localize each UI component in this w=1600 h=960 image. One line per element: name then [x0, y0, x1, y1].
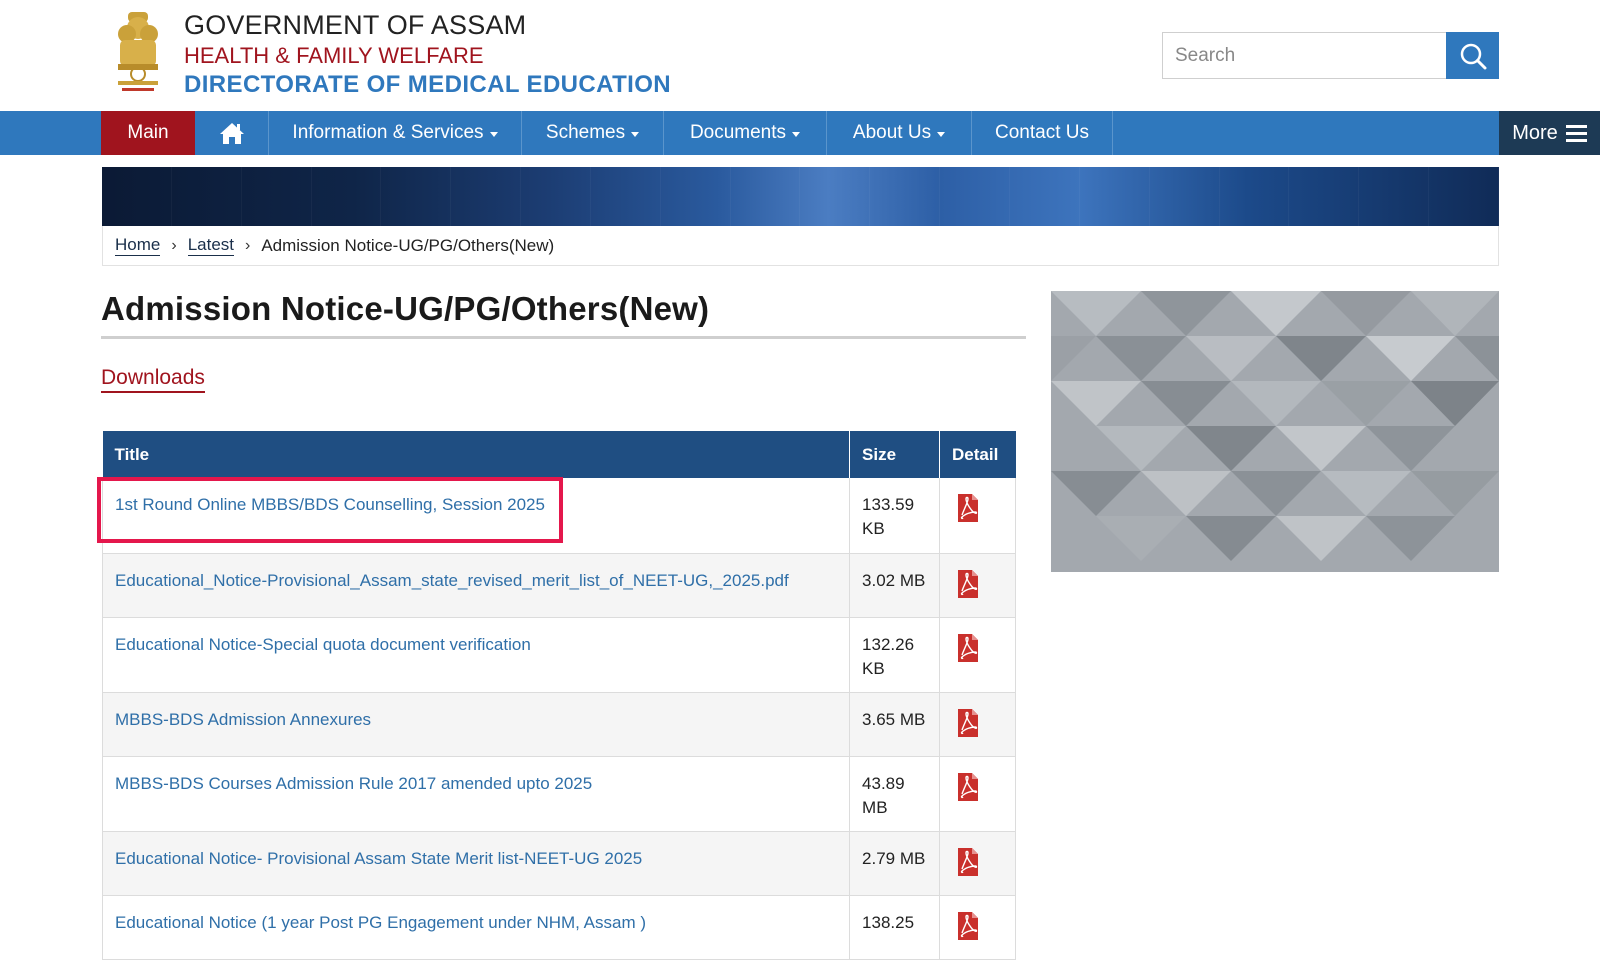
organization-name: GOVERNMENT OF ASSAM HEALTH & FAMILY WELF…: [184, 8, 671, 100]
column-header-detail: Detail: [939, 431, 1016, 478]
nav-about-label: About Us: [852, 122, 932, 143]
nav-more-button[interactable]: More: [1499, 111, 1600, 155]
table-row: Educational Notice-Special quota documen…: [101, 617, 1016, 693]
breadcrumb-current: Admission Notice-UG/PG/Others(New): [261, 235, 555, 255]
row-size-cell: 138.25: [849, 895, 940, 960]
search-button[interactable]: [1446, 32, 1499, 79]
caret-down-icon: [937, 132, 946, 137]
row-detail-cell: [939, 692, 1016, 757]
nav-about-us[interactable]: About Us: [827, 111, 972, 155]
search-icon: [1460, 43, 1486, 69]
geometric-pattern-image: [1051, 291, 1499, 572]
nav-contact-label: Contact Us: [995, 122, 1089, 143]
table-row: MBBS-BDS Courses Admission Rule 2017 ame…: [101, 756, 1016, 832]
table-row: Educational_Notice-Provisional_Assam_sta…: [101, 553, 1016, 618]
pdf-download-icon[interactable]: [956, 772, 980, 809]
table-row: Educational Notice (1 year Post PG Engag…: [101, 895, 1016, 960]
chevron-right-icon: ›: [245, 236, 251, 254]
row-detail-cell: [939, 617, 1016, 693]
nav-schemes-label: Schemes: [545, 122, 626, 143]
caret-down-icon: [792, 132, 801, 137]
breadcrumb-latest-link[interactable]: Latest: [187, 235, 234, 256]
nav-contact-us[interactable]: Contact Us: [972, 111, 1113, 155]
banner-pattern: [102, 167, 1499, 226]
nav-home[interactable]: [195, 111, 269, 155]
column-header-size: Size: [849, 431, 940, 478]
row-detail-cell: [939, 831, 1016, 896]
nav-information-services[interactable]: Information & Services: [269, 111, 522, 155]
decorative-side-image: [1051, 291, 1499, 572]
pdf-download-icon[interactable]: [956, 633, 980, 670]
row-size-cell: 43.89 MB: [849, 756, 940, 832]
home-icon: [219, 123, 244, 144]
document-link[interactable]: MBBS-BDS Courses Admission Rule 2017 ame…: [115, 774, 592, 793]
pdf-download-icon[interactable]: [956, 847, 980, 884]
chevron-right-icon: ›: [171, 236, 177, 254]
downloads-table: Title Size Detail 1st Round Online MBBS/…: [101, 431, 1016, 960]
row-title-cell: MBBS-BDS Courses Admission Rule 2017 ame…: [101, 756, 851, 832]
document-link[interactable]: Educational Notice- Provisional Assam St…: [115, 849, 642, 868]
row-title-cell: Educational Notice (1 year Post PG Engag…: [101, 895, 851, 960]
row-detail-cell: [939, 895, 1016, 960]
row-size-cell: 3.02 MB: [849, 553, 940, 618]
title-divider: [101, 336, 1026, 339]
row-title-cell: 1st Round Online MBBS/BDS Counselling, S…: [101, 478, 851, 554]
row-detail-cell: [939, 478, 1016, 554]
table-row: MBBS-BDS Admission Annexures 3.65 MB: [101, 692, 1016, 757]
nav-documents-label: Documents: [689, 122, 787, 143]
row-title-cell: MBBS-BDS Admission Annexures: [101, 692, 851, 757]
nav-info-label: Information & Services: [292, 122, 484, 143]
caret-down-icon: [489, 132, 498, 137]
pdf-download-icon[interactable]: [956, 569, 980, 606]
table-row: 1st Round Online MBBS/BDS Counselling, S…: [101, 478, 1016, 554]
downloads-tab[interactable]: Downloads: [101, 366, 205, 393]
row-detail-cell: [939, 553, 1016, 618]
row-title-cell: Educational Notice- Provisional Assam St…: [101, 831, 851, 896]
document-link[interactable]: Educational_Notice-Provisional_Assam_sta…: [115, 571, 789, 590]
site-header: GOVERNMENT OF ASSAM HEALTH & FAMILY WELF…: [0, 0, 1600, 111]
org-directorate: DIRECTORATE OF MEDICAL EDUCATION: [184, 71, 672, 98]
table-header-row: Title Size Detail: [102, 431, 1016, 478]
document-link[interactable]: 1st Round Online MBBS/BDS Counselling, S…: [115, 495, 545, 514]
hamburger-menu-icon: [1565, 124, 1587, 142]
nav-schemes[interactable]: Schemes: [522, 111, 664, 155]
table-row: Educational Notice- Provisional Assam St…: [101, 831, 1016, 896]
row-detail-cell: [939, 756, 1016, 832]
row-size-cell: 2.79 MB: [849, 831, 940, 896]
row-title-cell: Educational_Notice-Provisional_Assam_sta…: [101, 553, 851, 618]
nav-more-label: More: [1512, 121, 1558, 144]
column-header-title: Title: [102, 431, 851, 478]
nav-documents[interactable]: Documents: [664, 111, 827, 155]
nav-main-label: Main: [127, 122, 169, 143]
pdf-download-icon[interactable]: [956, 708, 980, 745]
breadcrumb-home-link[interactable]: Home: [115, 235, 161, 256]
document-link[interactable]: Educational Notice-Special quota documen…: [115, 635, 531, 654]
caret-down-icon: [631, 132, 640, 137]
document-link[interactable]: Educational Notice (1 year Post PG Engag…: [115, 913, 646, 932]
page-banner: [102, 167, 1499, 226]
document-link[interactable]: MBBS-BDS Admission Annexures: [115, 710, 371, 729]
row-size-cell: 3.65 MB: [849, 692, 940, 757]
org-government: GOVERNMENT OF ASSAM: [184, 10, 527, 40]
org-department: HEALTH & FAMILY WELFARE: [184, 43, 484, 68]
row-size-cell: 133.59 KB: [849, 478, 940, 554]
nav-main[interactable]: Main: [101, 111, 195, 155]
breadcrumb: Home › Latest › Admission Notice-UG/PG/O…: [102, 226, 1499, 266]
pdf-download-icon[interactable]: [956, 911, 980, 948]
row-size-cell: 132.26 KB: [849, 617, 940, 693]
page-title: Admission Notice-UG/PG/Others(New): [101, 290, 710, 327]
row-title-cell: Educational Notice-Special quota documen…: [101, 617, 851, 693]
search-input[interactable]: [1162, 32, 1448, 79]
main-navigation: Main Information & Services Schemes Docu…: [0, 111, 1600, 155]
pdf-download-icon[interactable]: [956, 493, 980, 530]
national-emblem-icon: [118, 12, 158, 91]
